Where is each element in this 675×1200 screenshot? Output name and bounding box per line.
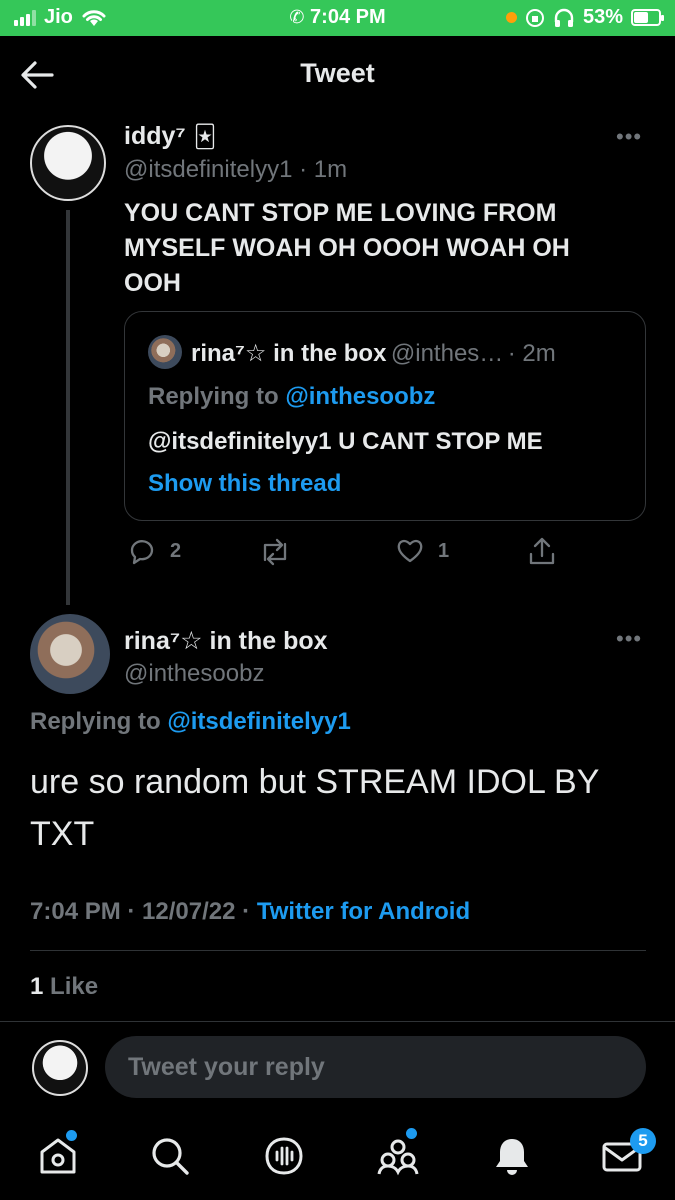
tweet-text-line: TXT [30, 815, 95, 853]
divider [0, 1021, 675, 1022]
separator-dot: · [127, 898, 143, 925]
battery-icon [631, 9, 664, 26]
separator-dot: · [507, 340, 523, 367]
status-bar: Jio ✆ 7:04 PM 53% [0, 0, 675, 36]
spaces-icon[interactable] [262, 1134, 306, 1178]
likes-summary[interactable]: 1 Like [30, 973, 98, 1001]
reply-placeholder: Tweet your reply [128, 1053, 325, 1081]
replying-prefix: Replying to [30, 708, 161, 735]
avatar-iddy[interactable] [30, 125, 106, 201]
likes-count: 1 [30, 973, 44, 1000]
status-right: 53% [505, 6, 664, 29]
tweet-time: 7:04 PM [30, 898, 121, 925]
show-thread-link[interactable]: Show this thread [148, 470, 341, 498]
communities-icon[interactable] [376, 1134, 420, 1178]
tweet-text-line: ure so random but STREAM IDOL BY [30, 763, 600, 801]
main-tweet-text: ure so random but STREAM IDOL BY TXT [30, 756, 599, 860]
quote-replying-row: Replying to @inthesoobz [148, 383, 435, 411]
quote-text: @itsdefinitelyy1 U CANT STOP ME [148, 428, 543, 455]
joker-card-emoji: 🃏 [193, 123, 217, 149]
phone-icon: ✆ [289, 7, 305, 27]
page-title: Tweet [300, 58, 375, 88]
more-options-icon[interactable]: ••• [616, 626, 642, 652]
separator-dot: · [242, 898, 257, 925]
quote-author-row: rina⁷☆ in the box @inthes… · 2m [191, 339, 556, 368]
share-icon[interactable] [528, 536, 556, 566]
main-author-handle[interactable]: @inthesoobz [124, 660, 264, 688]
reply-icon [130, 540, 154, 565]
more-options-icon[interactable]: ••• [616, 124, 642, 150]
tweet-age: 1m [313, 156, 348, 183]
tweet-text-line: OOH [124, 269, 181, 297]
messages-badge: 5 [630, 1128, 656, 1154]
tweet-meta: 7:04 PM · 12/07/22 · Twitter for Android [30, 898, 470, 926]
quote-author-handle: @inthes… [390, 340, 504, 367]
tweet-date: 12/07/22 [142, 898, 236, 925]
mic-indicator-icon [505, 12, 517, 23]
main-author-name[interactable]: rina⁷☆ in the box [124, 626, 328, 656]
main-replying-row: Replying to @itsdefinitelyy1 [30, 708, 351, 736]
search-icon[interactable] [148, 1134, 192, 1178]
rotation-lock-icon [525, 8, 544, 27]
battery-fill [634, 12, 648, 23]
tweet-source-link[interactable]: Twitter for Android [257, 898, 470, 925]
likes-label: Like [50, 973, 99, 1000]
notifications-bell-icon[interactable] [490, 1134, 534, 1178]
replying-to-link[interactable]: @itsdefinitelyy1 [167, 708, 350, 735]
like-count: 1 [438, 539, 450, 562]
quote-age: 2m [522, 340, 556, 367]
composer-avatar [32, 1040, 88, 1096]
replying-to-link[interactable]: @inthesoobz [285, 383, 435, 410]
heart-icon [397, 539, 423, 563]
tweet-text-line: MYSELF WOAH OH OOOH WOAH OH [124, 234, 570, 262]
thread-handle-row: @itsdefinitelyy1 · 1m [124, 156, 347, 184]
battery-percent: 53% [582, 6, 623, 28]
retweet-icon[interactable] [258, 538, 292, 566]
tweet-text-line: YOU CANT STOP ME LOVING FROM [124, 199, 557, 227]
thread-connector-line [66, 210, 70, 605]
communities-notification-dot [406, 1128, 417, 1139]
like-action[interactable]: 1 [396, 537, 449, 565]
avatar-rina-small [148, 335, 182, 369]
author-handle[interactable]: @itsdefinitelyy1 [124, 156, 292, 183]
reply-action[interactable]: 2 [128, 537, 181, 565]
time-label: 7:04 PM [310, 6, 386, 28]
quote-author-name: rina⁷☆ in the box [191, 340, 387, 367]
author-name[interactable]: iddy⁷ [124, 122, 186, 151]
home-notification-dot [66, 1130, 77, 1141]
thread-author-row: iddy⁷ 🃏 [124, 122, 216, 151]
reply-count: 2 [170, 539, 182, 562]
avatar-rina[interactable] [30, 614, 110, 694]
thread-tweet-text: YOU CANT STOP ME LOVING FROM MYSELF WOAH… [124, 196, 570, 301]
replying-prefix: Replying to [148, 383, 279, 410]
separator-dot: · [299, 156, 314, 183]
divider [30, 950, 646, 951]
headphones-icon [554, 8, 574, 27]
